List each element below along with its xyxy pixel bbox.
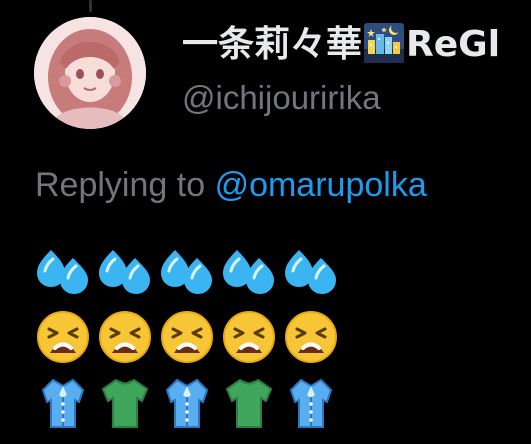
- t-shirt-emoji: [97, 374, 153, 430]
- tired-face-emoji: [159, 309, 215, 365]
- emoji-row-sweat: [35, 242, 345, 304]
- blouse-emoji: [283, 374, 339, 430]
- avatar-image: [34, 17, 146, 129]
- sweat-droplets-emoji: [97, 242, 153, 298]
- reply-context: Replying to @omarupolka: [35, 163, 427, 207]
- emoji-row-clothing: [35, 374, 345, 436]
- tired-face-emoji: [35, 309, 91, 365]
- blouse-emoji: [159, 374, 215, 430]
- tired-face-emoji: [221, 309, 277, 365]
- sweat-droplets-emoji: [221, 242, 277, 298]
- sweat-droplets-emoji: [283, 242, 339, 298]
- reply-mention-link[interactable]: @omarupolka: [215, 166, 427, 204]
- thread-connector-line: [89, 0, 92, 12]
- author-name[interactable]: 一条莉々華 ReGl: [182, 22, 500, 67]
- emoji-row-tired: [35, 309, 345, 371]
- night-city-emoji: [364, 23, 405, 63]
- author-name-suffix: ReGl: [406, 24, 501, 65]
- sweat-droplets-emoji: [159, 242, 215, 298]
- author-name-text: 一条莉々華: [182, 24, 363, 65]
- reply-prefix: Replying to: [35, 166, 206, 204]
- tweet-container: 一条莉々華 ReGl @ichijouririka Replying to @o…: [0, 0, 531, 444]
- tired-face-emoji: [97, 309, 153, 365]
- tired-face-emoji: [283, 309, 339, 365]
- t-shirt-emoji: [221, 374, 277, 430]
- sweat-droplets-emoji: [35, 242, 91, 298]
- avatar[interactable]: [34, 17, 146, 129]
- blouse-emoji: [35, 374, 91, 430]
- author-handle[interactable]: @ichijouririka: [182, 78, 381, 118]
